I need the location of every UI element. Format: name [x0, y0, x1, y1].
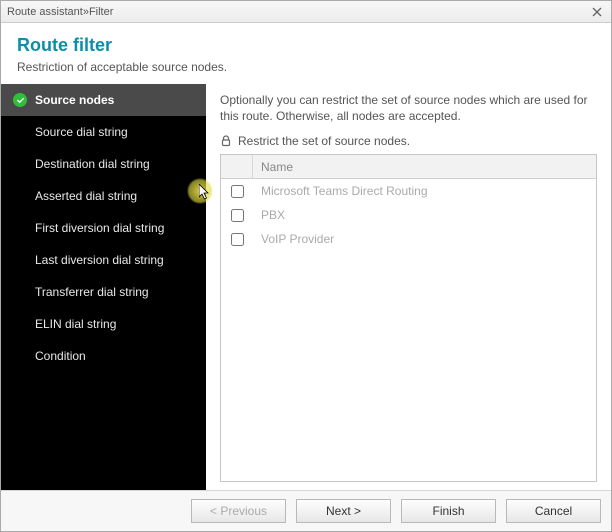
- lock-icon: [220, 135, 232, 147]
- finish-button[interactable]: Finish: [401, 499, 496, 523]
- column-header-checkbox: [221, 155, 253, 178]
- sidebar-item-8[interactable]: Condition: [1, 340, 206, 372]
- page-title: Route filter: [17, 35, 595, 56]
- sidebar-item-icon: [13, 317, 27, 331]
- close-icon[interactable]: [589, 4, 605, 20]
- row-checkbox[interactable]: [231, 185, 244, 198]
- page-subtitle: Restriction of acceptable source nodes.: [17, 60, 595, 74]
- sidebar-item-label: Asserted dial string: [35, 189, 137, 203]
- sidebar-item-icon: [13, 285, 27, 299]
- table-row[interactable]: VoIP Provider: [221, 227, 596, 251]
- sidebar-item-label: ELIN dial string: [35, 317, 116, 331]
- table-header: Name: [221, 155, 596, 179]
- titlebar: Route assistant » Filter: [1, 1, 611, 23]
- sidebar-item-label: First diversion dial string: [35, 221, 164, 235]
- row-name: PBX: [253, 208, 596, 222]
- column-header-name: Name: [253, 160, 596, 174]
- panel-description: Optionally you can restrict the set of s…: [220, 92, 597, 124]
- sidebar-item-0[interactable]: Source nodes: [1, 84, 206, 116]
- dialog-body: Source nodes Source dial string Destinatio…: [1, 84, 611, 490]
- main-panel: Optionally you can restrict the set of s…: [206, 84, 611, 490]
- previous-button[interactable]: < Previous: [191, 499, 286, 523]
- check-circle-icon: [13, 93, 27, 107]
- row-name: VoIP Provider: [253, 232, 596, 246]
- sidebar-item-3[interactable]: Asserted dial string: [1, 180, 206, 212]
- row-checkbox-cell: [221, 185, 253, 198]
- table-row[interactable]: Microsoft Teams Direct Routing: [221, 179, 596, 203]
- sidebar-item-6[interactable]: Transferrer dial string: [1, 276, 206, 308]
- row-checkbox[interactable]: [231, 209, 244, 222]
- restrict-toggle-row[interactable]: Restrict the set of source nodes.: [220, 134, 597, 148]
- dialog-header: Route filter Restriction of acceptable s…: [1, 23, 611, 84]
- restrict-label: Restrict the set of source nodes.: [238, 134, 410, 148]
- sidebar-item-1[interactable]: Source dial string: [1, 116, 206, 148]
- sidebar-item-label: Source nodes: [35, 93, 114, 107]
- sidebar-item-icon: [13, 349, 27, 363]
- sidebar-item-icon: [13, 221, 27, 235]
- row-checkbox-cell: [221, 209, 253, 222]
- source-nodes-table: Name Microsoft Teams Direct Routing PBX Vo…: [220, 154, 597, 482]
- row-name: Microsoft Teams Direct Routing: [253, 184, 596, 198]
- sidebar-item-label: Last diversion dial string: [35, 253, 164, 267]
- sidebar-item-icon: [13, 125, 27, 139]
- next-button[interactable]: Next >: [296, 499, 391, 523]
- cancel-button[interactable]: Cancel: [506, 499, 601, 523]
- sidebar-item-7[interactable]: ELIN dial string: [1, 308, 206, 340]
- sidebar-item-label: Condition: [35, 349, 86, 363]
- breadcrumb-leaf: Filter: [89, 6, 113, 18]
- sidebar-item-5[interactable]: Last diversion dial string: [1, 244, 206, 276]
- table-row[interactable]: PBX: [221, 203, 596, 227]
- sidebar-item-label: Source dial string: [35, 125, 128, 139]
- row-checkbox[interactable]: [231, 233, 244, 246]
- row-checkbox-cell: [221, 233, 253, 246]
- table-body: Microsoft Teams Direct Routing PBX VoIP Pr…: [221, 179, 596, 481]
- breadcrumb-root: Route assistant: [7, 6, 83, 18]
- dialog-footer: < Previous Next > Finish Cancel: [1, 490, 611, 531]
- wizard-sidebar: Source nodes Source dial string Destinatio…: [1, 84, 206, 490]
- sidebar-item-label: Transferrer dial string: [35, 285, 149, 299]
- sidebar-item-icon: [13, 157, 27, 171]
- sidebar-item-label: Destination dial string: [35, 157, 150, 171]
- sidebar-item-2[interactable]: Destination dial string: [1, 148, 206, 180]
- sidebar-item-icon: [13, 189, 27, 203]
- sidebar-item-icon: [13, 253, 27, 267]
- sidebar-item-4[interactable]: First diversion dial string: [1, 212, 206, 244]
